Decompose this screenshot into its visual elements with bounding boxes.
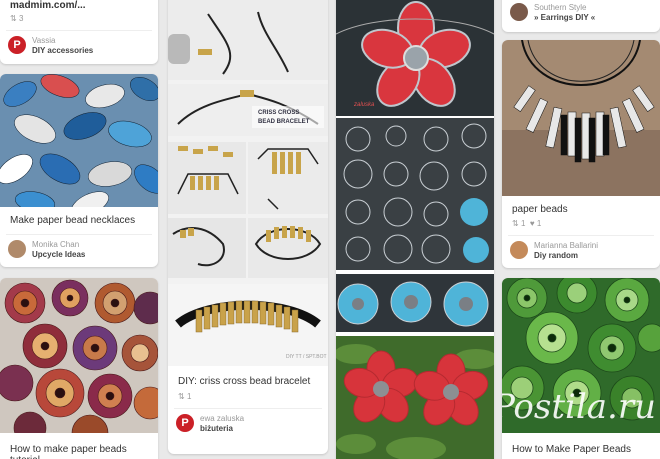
board-name[interactable]: biżuteria: [200, 424, 233, 433]
image-caption-bead-bracelet: BEAD BRACELET: [258, 119, 310, 125]
pin-source-title[interactable]: madmim.com/...: [10, 0, 150, 11]
board-name[interactable]: Diy random: [534, 251, 578, 260]
repin-icon: ⇅: [178, 392, 185, 401]
pin-description: Make paper bead necklaces: [10, 215, 136, 226]
pin-image-black-white-necklace[interactable]: [502, 40, 660, 196]
pin-image-green-paper-beads[interactable]: Postila.ru: [502, 278, 660, 433]
pin-stats: ⇅ 1 ♥ 1: [512, 219, 542, 228]
pin-repin-count: ⇅ 1: [178, 392, 192, 401]
pinner-row[interactable]: Southern Style » Earrings DIY «: [508, 0, 654, 26]
image-caption-criss-cross: CRISS CROSS: [258, 110, 299, 116]
pin-description: paper beads: [512, 204, 568, 215]
pinner-name[interactable]: Southern Style: [534, 3, 586, 12]
board-name[interactable]: DIY accessories: [32, 46, 93, 55]
pin-description: DIY: criss cross bead bracelet: [178, 376, 311, 387]
pinterest-avatar-icon: P: [8, 36, 26, 54]
repin-icon: ⇅: [10, 14, 17, 23]
pin-image-paper-beads-colorful[interactable]: [0, 278, 158, 452]
pinterest-avatar-icon: P: [176, 414, 194, 432]
pin-image-paper-beads-blue[interactable]: [0, 74, 158, 217]
board-name[interactable]: » Earrings DIY «: [534, 13, 595, 22]
pin-card-paper-beads-tutorial[interactable]: How to make paper beads tutorial: [0, 278, 158, 459]
pin-card-bead-flower[interactable]: zaluska: [336, 0, 494, 459]
pin-card-criss-cross-bracelet[interactable]: CRISS CROSS BEAD BRACELET DIY TT / SPT.B…: [168, 0, 328, 454]
pinner-row[interactable]: Marianna Ballarini Diy random: [508, 235, 654, 263]
pin-card-paper-bead-necklaces[interactable]: Make paper bead necklaces Monika Chan Up…: [0, 74, 158, 267]
pinner-row[interactable]: P Vassia DIY accessories: [6, 30, 152, 58]
avatar: [510, 241, 528, 259]
pin-description: How to make paper beads tutorial: [10, 444, 127, 459]
pin-repin-count: ⇅ 3: [10, 14, 24, 23]
pinner-name[interactable]: Monika Chan: [32, 240, 79, 249]
board-name[interactable]: Upcycle Ideas: [32, 250, 85, 259]
pin-card-paper-beads-necklace[interactable]: paper beads ⇅ 1 ♥ 1 Marianna Ballarini D…: [502, 40, 660, 268]
avatar: [8, 240, 26, 258]
pinner-name[interactable]: Marianna Ballarini: [534, 241, 598, 250]
avatar: [510, 3, 528, 21]
pin-image-bracelet-tutorial[interactable]: CRISS CROSS BEAD BRACELET DIY TT / SPT.B…: [168, 0, 328, 366]
pin-card-madmim[interactable]: madmim.com/... ⇅ 3 P Vassia DIY accessor…: [0, 0, 158, 64]
pinner-name[interactable]: ewa zaluska: [200, 414, 244, 423]
image-caption-source: DIY TT / SPT.BOT: [286, 354, 327, 360]
pinner-row[interactable]: P ewa zaluska biżuteria: [174, 408, 322, 436]
pin-image-bead-flowers[interactable]: zaluska: [336, 0, 494, 459]
repin-icon: ⇅: [512, 219, 519, 228]
pinner-row[interactable]: Monika Chan Upcycle Ideas: [6, 234, 152, 262]
image-watermark: Postila.ru: [502, 387, 656, 427]
pin-description: How to Make Paper Beads: [512, 444, 631, 455]
heart-icon: ♥: [529, 219, 535, 228]
pin-card-how-to-make-paper-beads[interactable]: Postila.ru How to Make Paper Beads: [502, 278, 660, 459]
image-caption-author: zaluska: [353, 102, 375, 108]
pinner-name[interactable]: Vassia: [32, 36, 55, 45]
pin-card-southern-style[interactable]: Southern Style » Earrings DIY «: [502, 0, 660, 32]
